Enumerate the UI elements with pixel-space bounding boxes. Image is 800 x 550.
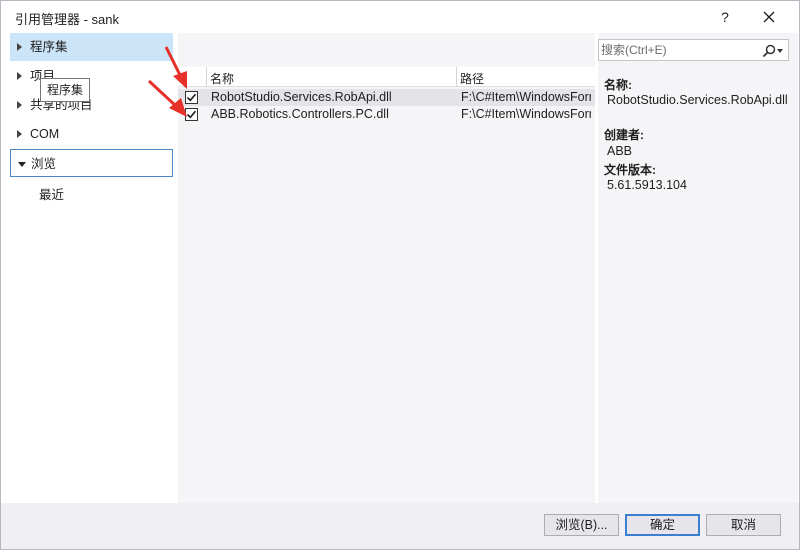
- search-box[interactable]: [598, 39, 789, 61]
- list-toolbar: [178, 33, 595, 67]
- search-icon[interactable]: [761, 43, 777, 59]
- detail-name-value: RobotStudio.Services.RobApi.dll: [607, 93, 788, 107]
- collapse-arrow-icon[interactable]: [18, 162, 26, 167]
- expand-arrow-icon[interactable]: [17, 43, 22, 51]
- detail-version-value: 5.61.5913.104: [607, 178, 687, 192]
- list-item[interactable]: RobotStudio.Services.RobApi.dll F:\C#Ite…: [178, 89, 595, 106]
- nav-item-recent[interactable]: 最近: [10, 181, 173, 209]
- checkmark-icon: [186, 93, 197, 102]
- column-divider[interactable]: [456, 67, 457, 87]
- detail-name-label: 名称:: [604, 78, 632, 92]
- nav-item-com[interactable]: COM: [10, 120, 173, 148]
- detail-creator-label: 创建者:: [604, 128, 644, 142]
- close-icon: [763, 11, 775, 23]
- search-options-dropdown[interactable]: [777, 49, 783, 53]
- ok-button[interactable]: 确定: [625, 514, 700, 536]
- reference-name: RobotStudio.Services.RobApi.dll: [211, 90, 392, 104]
- column-divider[interactable]: [206, 67, 207, 87]
- nav-tooltip: 程序集: [40, 78, 90, 102]
- expand-arrow-icon[interactable]: [17, 72, 22, 80]
- expand-arrow-icon[interactable]: [17, 101, 22, 109]
- close-button[interactable]: [757, 5, 781, 29]
- reference-name: ABB.Robotics.Controllers.PC.dll: [211, 107, 389, 121]
- reference-path: F:\C#Item\WindowsFormsApp: [461, 107, 591, 121]
- window-title: 引用管理器 - sank: [15, 12, 120, 27]
- reference-path: F:\C#Item\WindowsFormsApp: [461, 90, 591, 104]
- nav-item-label: 最近: [39, 188, 65, 202]
- nav-item-assemblies[interactable]: 程序集: [10, 33, 173, 61]
- column-header-path[interactable]: 路径: [460, 70, 484, 87]
- nav-item-browse[interactable]: 浏览: [10, 149, 173, 177]
- column-header-name[interactable]: 名称: [210, 70, 234, 87]
- nav-item-label: 浏览: [31, 157, 57, 171]
- expand-arrow-icon[interactable]: [17, 130, 22, 138]
- checkmark-icon: [186, 110, 197, 119]
- nav-item-label: 程序集: [30, 40, 68, 54]
- cancel-button[interactable]: 取消: [706, 514, 781, 536]
- nav-item-projects[interactable]: 项目: [10, 62, 173, 90]
- include-checkbox[interactable]: [185, 91, 198, 104]
- help-button[interactable]: ?: [713, 5, 737, 29]
- title-bar: 引用管理器 - sank ?: [1, 1, 799, 33]
- search-input[interactable]: [601, 42, 751, 58]
- reference-manager-dialog: 引用管理器 - sank ? 程序集 项目 共享的项目 COM 浏览 最近 名称…: [0, 0, 800, 550]
- dialog-footer: 浏览(B)... 确定 取消: [1, 503, 799, 549]
- detail-creator-value: ABB: [607, 144, 633, 158]
- nav-item-label: COM: [30, 127, 60, 141]
- details-panel: 名称: RobotStudio.Services.RobApi.dll 创建者:…: [598, 33, 798, 503]
- nav-item-shared-projects[interactable]: 共享的项目: [10, 91, 173, 119]
- include-checkbox[interactable]: [185, 108, 198, 121]
- browse-button[interactable]: 浏览(B)...: [544, 514, 619, 536]
- detail-version-label: 文件版本:: [604, 163, 656, 177]
- category-nav: 程序集 项目 共享的项目 COM 浏览 最近: [10, 33, 175, 503]
- list-item[interactable]: ABB.Robotics.Controllers.PC.dll F:\C#Ite…: [178, 106, 595, 123]
- list-header: 名称 路径: [178, 67, 595, 87]
- reference-list: 名称 路径 RobotStudio.Services.RobApi.dll F:…: [178, 67, 595, 503]
